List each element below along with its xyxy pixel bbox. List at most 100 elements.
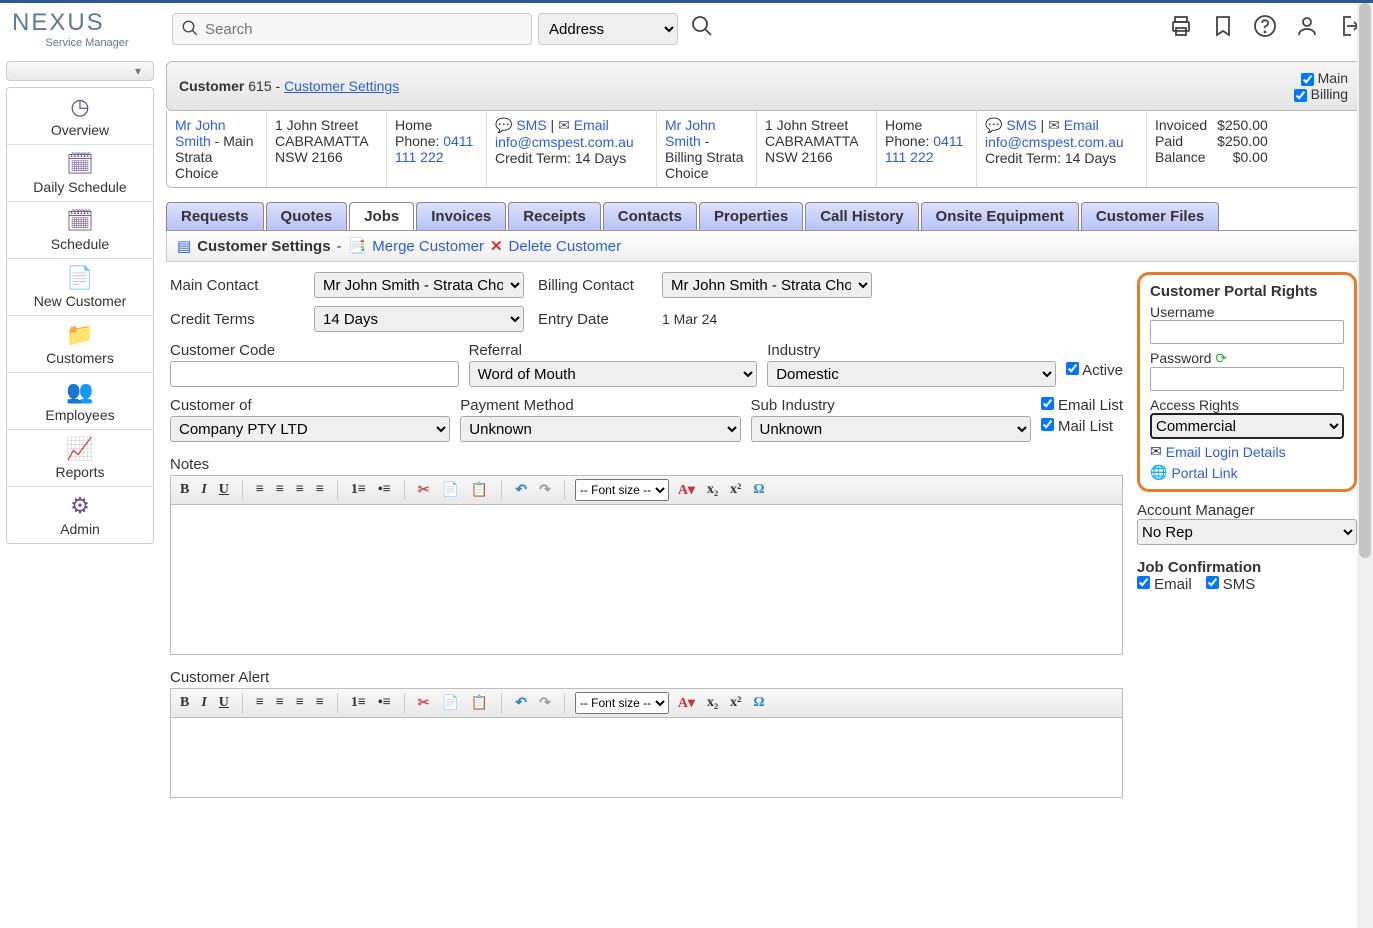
align-left-button[interactable]: ≡ [253, 480, 267, 500]
email-address-link[interactable]: info@cmspest.com.au [495, 134, 634, 150]
search-type-select[interactable]: Address [538, 13, 678, 45]
credit-terms-select[interactable]: 14 Days [314, 306, 524, 332]
textcolor-button-2[interactable]: A▾ [675, 693, 698, 714]
customer-code-input[interactable] [170, 361, 459, 387]
sidebar-item-customers[interactable]: 📁Customers [7, 316, 153, 373]
redo-button[interactable]: ↷ [536, 480, 554, 501]
tab-invoices[interactable]: Invoices [416, 202, 506, 230]
sidebar-item-admin[interactable]: ⚙Admin [7, 487, 153, 543]
tab-jobs[interactable]: Jobs [349, 202, 414, 230]
billing-contact-select[interactable]: Mr John Smith - Strata Cho [662, 272, 872, 298]
ul-button[interactable]: •≡ [375, 480, 394, 500]
superscript-button-2[interactable]: x² [727, 693, 744, 713]
fontsize-select[interactable]: -- Font size -- [575, 479, 669, 501]
align-right-button[interactable]: ≡ [293, 480, 307, 500]
tab-receipts[interactable]: Receipts [508, 202, 601, 230]
subscript-button-2[interactable]: x₂ [704, 693, 721, 713]
italic-button[interactable]: I [198, 480, 209, 500]
search-input[interactable] [205, 21, 523, 38]
refresh-icon[interactable]: ⟳ [1215, 350, 1227, 366]
tab-contacts[interactable]: Contacts [603, 202, 697, 230]
symbol-button[interactable]: Ω [750, 480, 767, 500]
sidebar-item-schedule[interactable]: 🗓Schedule [7, 202, 153, 259]
tab-call-history[interactable]: Call History [805, 202, 918, 230]
tab-quotes[interactable]: Quotes [266, 202, 348, 230]
user-icon[interactable] [1295, 14, 1319, 44]
sidebar-item-daily-schedule[interactable]: 🗓Daily Schedule [7, 145, 153, 202]
search-box[interactable] [172, 13, 532, 45]
paste-button-2[interactable]: 📋 [468, 693, 491, 714]
customer-of-select[interactable]: Company PTY LTD [170, 416, 450, 442]
copy-button[interactable]: 📄 [438, 480, 461, 501]
tab-onsite-equipment[interactable]: Onsite Equipment [921, 202, 1079, 230]
ul-button-2[interactable]: •≡ [375, 693, 394, 713]
referral-select[interactable]: Word of Mouth [469, 361, 758, 387]
print-icon[interactable] [1169, 14, 1193, 44]
alert-editor[interactable] [170, 718, 1123, 798]
sms-link-2[interactable]: SMS [1006, 117, 1036, 133]
textcolor-button[interactable]: A▾ [675, 480, 698, 501]
bookmark-icon[interactable] [1211, 14, 1235, 44]
sidebar-item-employees[interactable]: 👥Employees [7, 373, 153, 430]
align-center-button-2[interactable]: ≡ [273, 693, 287, 713]
align-center-button[interactable]: ≡ [273, 480, 287, 500]
bold-button[interactable]: B [177, 480, 192, 500]
underline-button[interactable]: U [216, 480, 232, 500]
notes-editor[interactable] [170, 505, 1123, 655]
ol-button-2[interactable]: 1≡ [348, 693, 369, 713]
align-justify-button[interactable]: ≡ [313, 480, 327, 500]
italic-button-2[interactable]: I [198, 693, 209, 713]
customer-settings-link[interactable]: Customer Settings [284, 78, 399, 94]
symbol-button-2[interactable]: Ω [750, 693, 767, 713]
undo-button-2[interactable]: ↶ [512, 693, 530, 714]
search-button[interactable] [684, 14, 720, 44]
tab-requests[interactable]: Requests [166, 202, 264, 230]
align-left-button-2[interactable]: ≡ [253, 693, 267, 713]
tab-properties[interactable]: Properties [699, 202, 803, 230]
sidebar-item-new-customer[interactable]: 📄New Customer [7, 259, 153, 316]
sidebar-item-overview[interactable]: ◷Overview [7, 88, 153, 145]
email-address-link-2[interactable]: info@cmspest.com.au [985, 134, 1124, 150]
delete-customer-link[interactable]: Delete Customer [509, 238, 622, 255]
sms-link[interactable]: SMS [516, 117, 546, 133]
help-icon[interactable] [1253, 14, 1277, 44]
industry-select[interactable]: Domestic [767, 361, 1056, 387]
email-login-link[interactable]: Email Login Details [1166, 444, 1286, 460]
sidebar-item-reports[interactable]: 📈Reports [7, 430, 153, 487]
main-checkbox[interactable] [1301, 73, 1314, 86]
tab-customer-files[interactable]: Customer Files [1081, 202, 1219, 230]
email-link-2[interactable]: Email [1064, 117, 1099, 133]
cut-button-2[interactable]: ✂ [415, 693, 433, 714]
copy-button-2[interactable]: 📄 [438, 693, 461, 714]
ol-button[interactable]: 1≡ [348, 480, 369, 500]
portal-password-input[interactable] [1150, 367, 1344, 391]
email-list-checkbox[interactable] [1041, 397, 1054, 410]
payment-method-select[interactable]: Unknown [460, 416, 740, 442]
align-right-button-2[interactable]: ≡ [293, 693, 307, 713]
portal-username-input[interactable] [1150, 320, 1344, 344]
jobconf-email-checkbox[interactable] [1137, 576, 1150, 589]
subscript-button[interactable]: x₂ [704, 480, 721, 500]
access-rights-select[interactable]: Commercial [1150, 413, 1344, 439]
email-link[interactable]: Email [574, 117, 609, 133]
billing-checkbox[interactable] [1294, 89, 1307, 102]
jobconf-sms-checkbox[interactable] [1206, 576, 1219, 589]
underline-button-2[interactable]: U [216, 693, 232, 713]
superscript-button[interactable]: x² [727, 480, 744, 500]
bold-button-2[interactable]: B [177, 693, 192, 713]
redo-button-2[interactable]: ↷ [536, 693, 554, 714]
fontsize-select-2[interactable]: -- Font size -- [575, 692, 669, 714]
paste-button[interactable]: 📋 [468, 480, 491, 501]
sidebar-collapse[interactable]: ▾ [6, 61, 154, 81]
cut-button[interactable]: ✂ [415, 480, 433, 501]
account-manager-select[interactable]: No Rep [1137, 519, 1357, 545]
merge-customer-link[interactable]: Merge Customer [372, 238, 484, 255]
align-justify-button-2[interactable]: ≡ [313, 693, 327, 713]
sub-industry-select[interactable]: Unknown [751, 416, 1031, 442]
main-contact-select[interactable]: Mr John Smith - Strata Cho [314, 272, 524, 298]
scrollbar[interactable] [1357, 3, 1373, 928]
portal-link[interactable]: Portal Link [1171, 465, 1237, 481]
mail-list-checkbox[interactable] [1041, 418, 1054, 431]
active-checkbox[interactable] [1066, 362, 1079, 375]
undo-button[interactable]: ↶ [512, 480, 530, 501]
